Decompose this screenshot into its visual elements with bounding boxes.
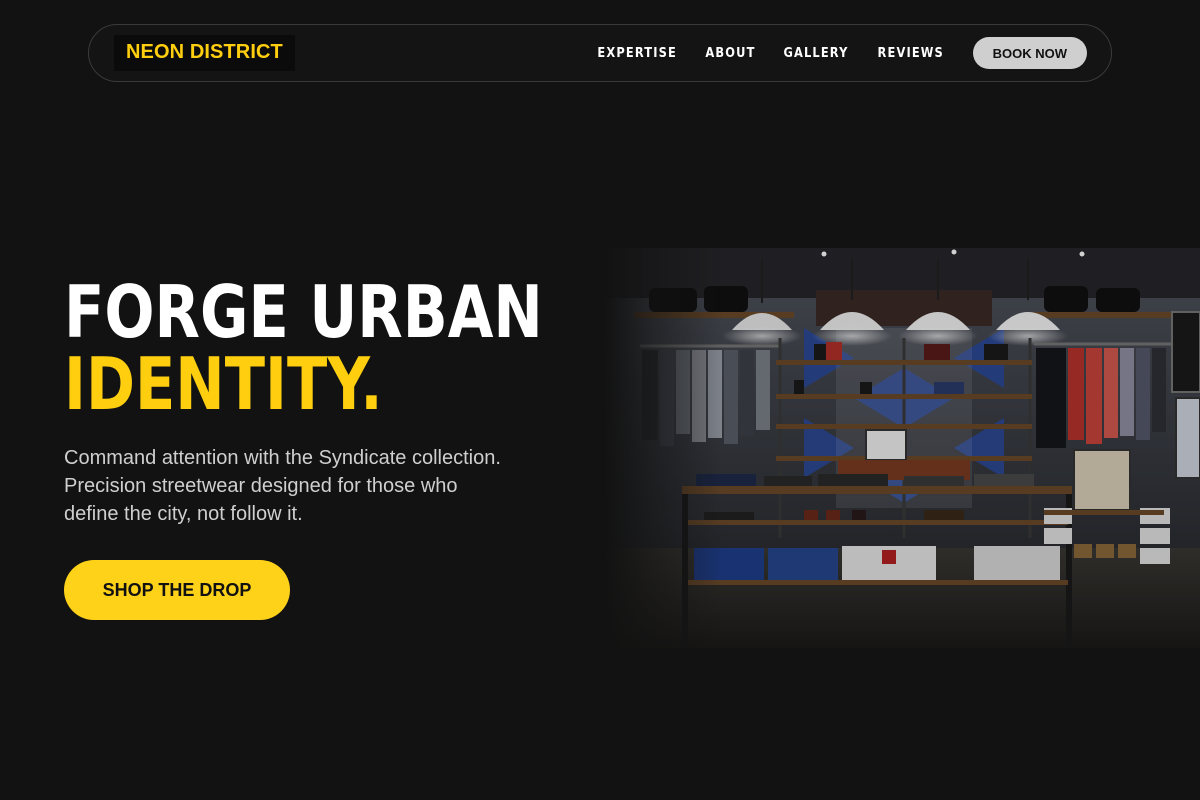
- book-now-button[interactable]: BOOK NOW: [972, 37, 1087, 69]
- hero-title-line1: FORGE URBAN: [64, 270, 543, 354]
- nav-link-reviews[interactable]: REVIEWS: [878, 46, 944, 61]
- nav-link-gallery[interactable]: GALLERY: [784, 46, 849, 61]
- shop-the-drop-button[interactable]: SHOP THE DROP: [64, 560, 290, 620]
- nav-link-expertise[interactable]: EXPERTISE: [597, 46, 677, 61]
- nav-links: EXPERTISE ABOUT GALLERY REVIEWS BOOK NOW: [592, 37, 1087, 69]
- nav-link-about[interactable]: ABOUT: [706, 46, 756, 61]
- top-navigation: NEON DISTRICT EXPERTISE ABOUT GALLERY RE…: [88, 24, 1112, 82]
- brand-logo[interactable]: NEON DISTRICT: [114, 35, 295, 71]
- hero-title-line2: IDENTITY.: [64, 342, 383, 426]
- hero-description: Command attention with the Syndicate col…: [64, 447, 501, 525]
- hero-title: FORGE URBAN IDENTITY.: [64, 276, 543, 420]
- store-interior-image: [604, 248, 1200, 648]
